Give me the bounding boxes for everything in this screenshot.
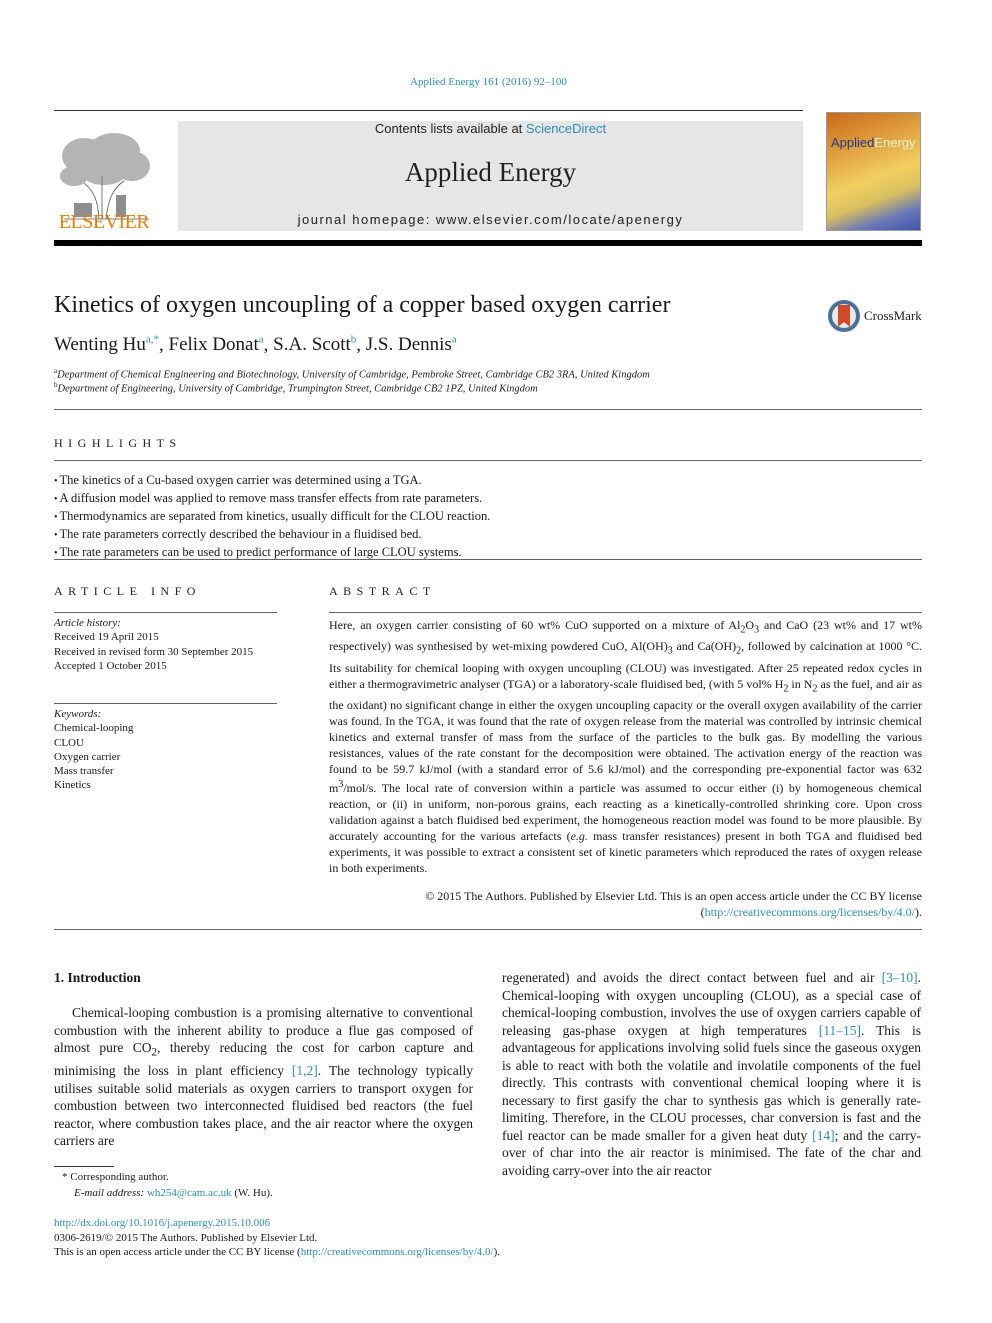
citation-link[interactable]: [14] [812,1128,835,1143]
history-revised: Received in revised form 30 September 20… [54,645,254,658]
sciencedirect-link[interactable]: ScienceDirect [526,121,606,136]
open-access-line: This is an open access article under the… [54,1246,501,1258]
abstract-text: Here, an oxygen carrier consisting of 60… [329,618,923,876]
footnote-rule [54,1166,114,1167]
history-label: Article history: [54,617,121,629]
header-thick-rule [54,240,922,246]
journal-title: Applied Energy [404,157,577,187]
article-title: Kinetics of oxygen uncoupling of a coppe… [54,292,671,318]
section-heading-introduction: 1. Introduction [54,970,141,985]
citation-link[interactable]: [3–10] [882,970,918,985]
journal-cover-image: AppliedEnergy [826,112,921,231]
keyword: Mass transfer [54,765,114,778]
journal-masthead: Contents lists available at ScienceDirec… [178,121,803,231]
abstract-copyright: © 2015 The Authors. Published by Elsevie… [425,889,922,919]
affiliation-a: aDepartment of Chemical Engineering and … [54,367,650,381]
email-line: E-mail address: wh254@cam.ac.uk (W. Hu). [74,1186,273,1199]
highlights-list: The kinetics of a Cu-based oxygen carrie… [54,472,491,562]
divider [54,929,922,930]
intro-paragraph-left: Chemical-looping combustion is a promisi… [54,1005,473,1149]
cover-title: AppliedEnergy [831,135,916,150]
crossmark-label[interactable]: CrossMark [864,308,922,324]
keyword: Chemical-looping [54,722,134,735]
email-link[interactable]: wh254@cam.ac.uk [147,1187,232,1199]
doi-link[interactable]: http://dx.doi.org/10.1016/j.apenergy.201… [54,1217,270,1229]
keyword: Kinetics [54,779,91,792]
issn-line: 0306-2619/© 2015 The Authors. Published … [54,1231,318,1244]
cover-title-energy: Energy [874,135,916,150]
doi-block: http://dx.doi.org/10.1016/j.apenergy.201… [54,1216,500,1260]
author-list: Wenting Hua,*, Felix Donata, S.A. Scottb… [54,334,457,356]
author-affil-mark[interactable]: a [452,334,457,346]
intro-paragraph-right: regenerated) and avoids the direct conta… [502,970,921,1178]
keyword: CLOU [54,736,84,749]
highlight-item: A diffusion model was applied to remove … [54,490,490,508]
article-info-heading: ARTICLE INFO [54,584,201,598]
highlights-heading: HIGHLIGHTS [54,436,182,450]
contents-line: Contents lists available at ScienceDirec… [178,121,803,136]
history-received: Received 19 April 2015 [54,631,159,644]
article-history: Article history: Received 19 April 2015 … [54,616,253,673]
author-affil-mark[interactable]: a,* [146,334,159,346]
highlight-item: The kinetics of a Cu-based oxygen carrie… [54,472,490,490]
abstract-heading: ABSTRACT [329,584,436,598]
crossmark-icon[interactable] [827,299,861,333]
divider [54,460,922,461]
elsevier-wordmark: ELSEVIER [58,211,150,233]
highlight-item: The rate parameters correctly described … [54,526,490,544]
divider [54,703,277,704]
author[interactable]: S.A. Scottb [273,334,356,355]
cc-license-link[interactable]: http://creativecommons.org/licenses/by/4… [705,905,915,919]
keywords-label: Keywords: [54,708,102,720]
journal-homepage[interactable]: journal homepage: www.elsevier.com/locat… [178,212,803,227]
keyword: Oxygen carrier [54,750,121,763]
citation-link[interactable]: [11–15] [819,1023,861,1038]
header-rule [54,110,803,111]
divider [54,559,922,560]
corresponding-author-note: * Corresponding author. [62,1171,169,1183]
author[interactable]: Wenting Hua,* [54,334,159,355]
divider [54,612,277,613]
cover-title-applied: Applied [831,135,875,150]
citation-link[interactable]: [1,2] [292,1063,318,1078]
author[interactable]: J.S. Dennisa [366,334,457,355]
footnotes: * Corresponding author. E-mail address: … [54,1170,273,1201]
cc-license-link[interactable]: http://creativecommons.org/licenses/by/4… [301,1246,494,1258]
highlight-item: Thermodynamics are separated from kineti… [54,508,491,526]
affiliation-b: bDepartment of Engineering, University o… [54,381,538,395]
divider [329,612,922,613]
journal-reference[interactable]: Applied Energy 161 (2016) 92–100 [0,76,977,88]
divider [54,409,922,410]
keywords: Keywords: Chemical-looping CLOU Oxygen c… [54,707,133,793]
contents-prefix: Contents lists available at [374,121,526,136]
history-accepted: Accepted 1 October 2015 [54,659,167,672]
author[interactable]: Felix Donata [169,334,264,355]
